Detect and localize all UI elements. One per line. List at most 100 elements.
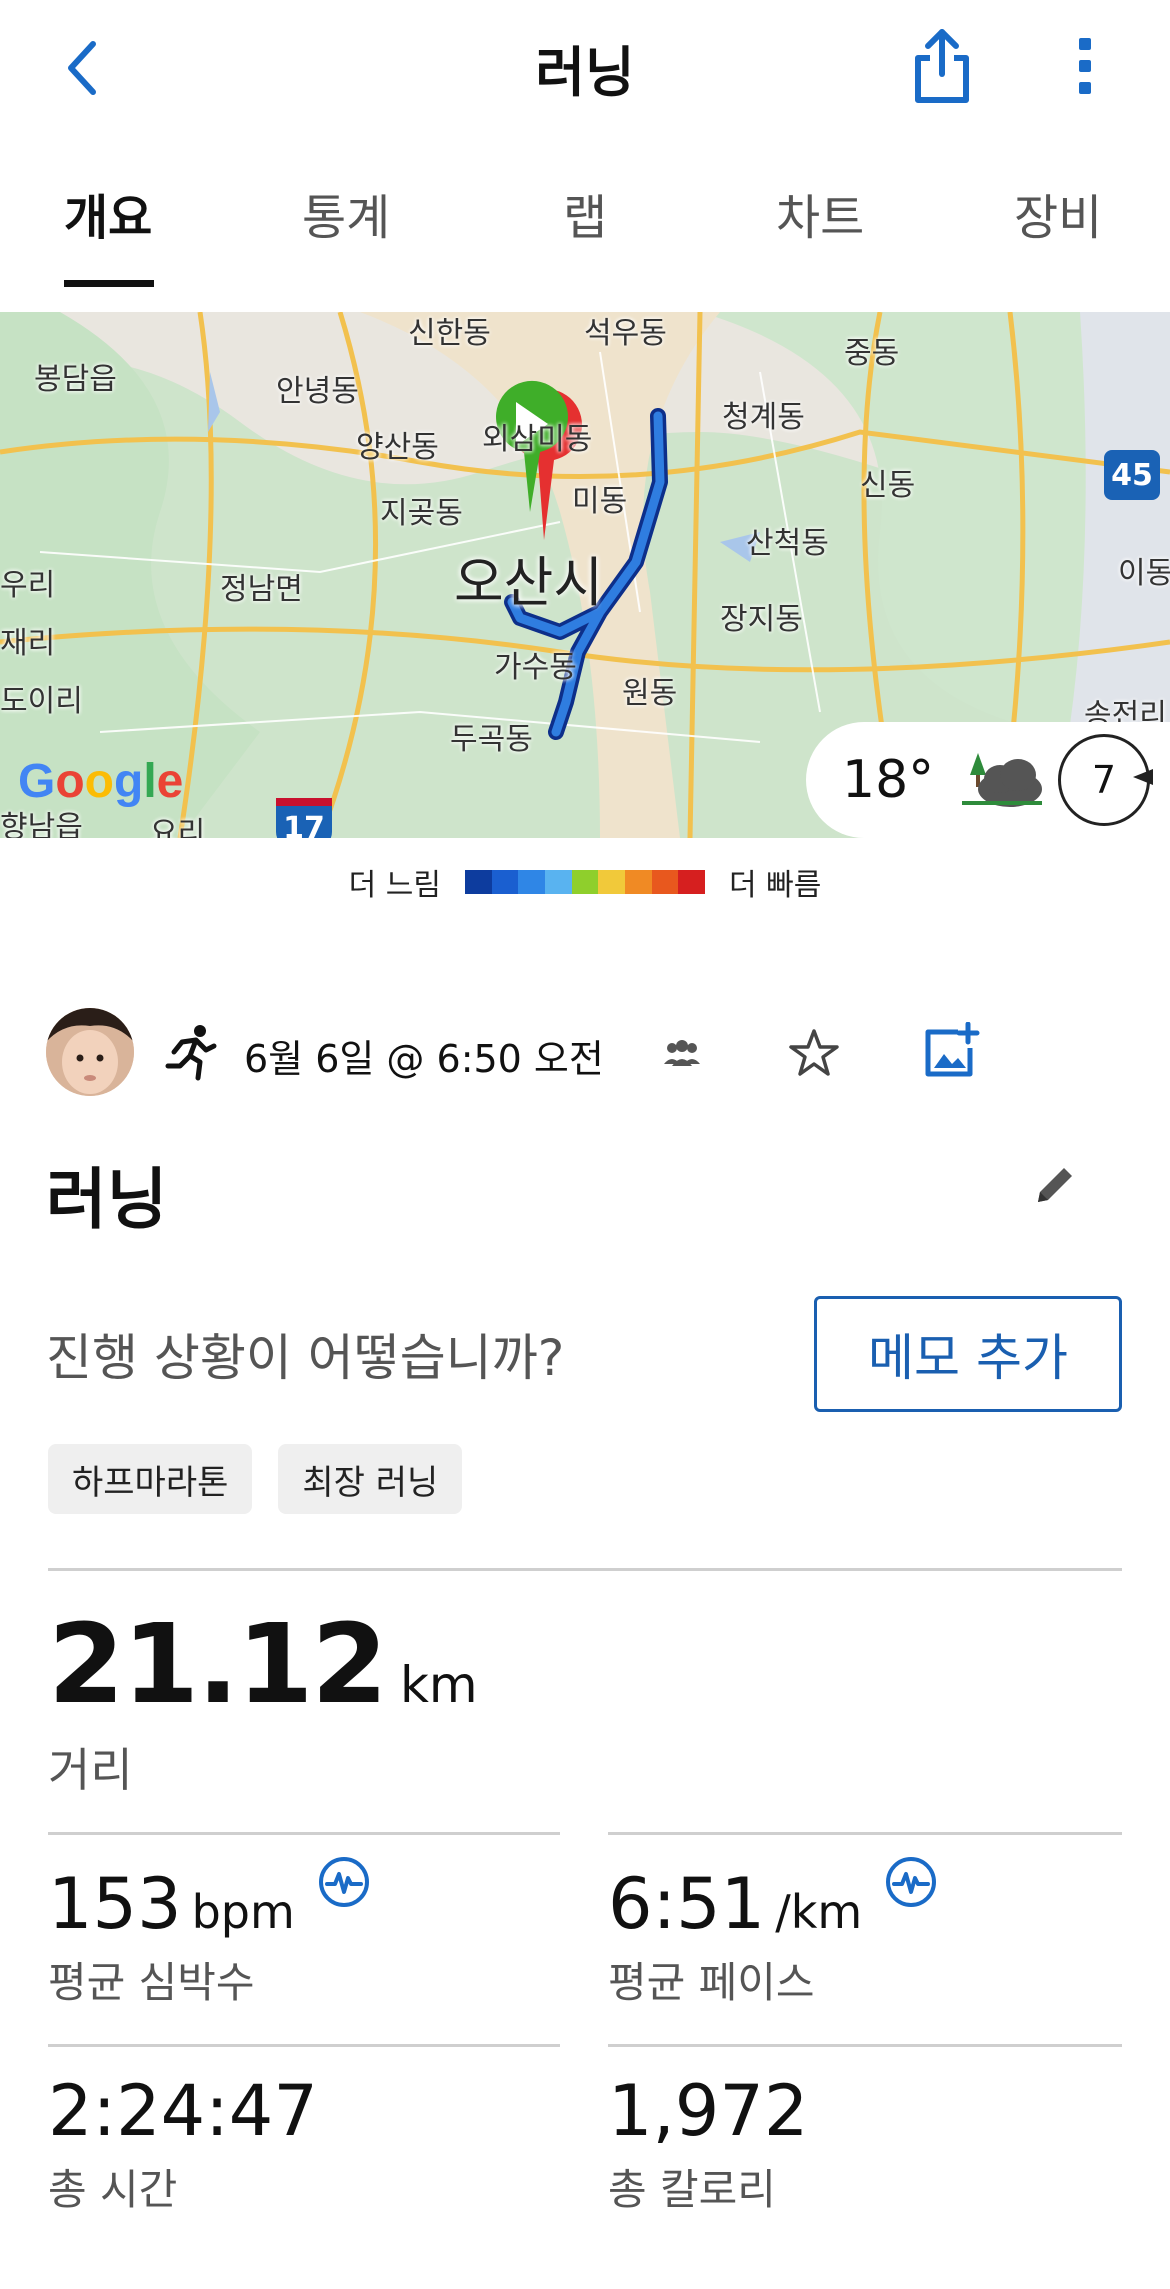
wind-direction-icon bbox=[1133, 769, 1153, 785]
weather-widget[interactable]: 18° 7 bbox=[806, 722, 1170, 838]
map-place-label: 가수동 bbox=[494, 650, 577, 685]
achievement-tags: 하프마라톤 최장 러닝 bbox=[48, 1444, 463, 1514]
calories-value: 1,972 bbox=[608, 2070, 809, 2152]
map-place-label: 도이리 bbox=[0, 684, 83, 719]
active-tab-indicator bbox=[64, 280, 154, 287]
avatar-image bbox=[46, 1008, 134, 1096]
route-map[interactable]: 신한동 석우동 중동 봉담읍 안녕동 양산동 외삼미동 청계동 지곶동 미동 신… bbox=[0, 312, 1170, 838]
activity-meta-row: 6월 6일 @ 6:50 오전 bbox=[46, 1008, 1126, 1104]
tab-bar: 개요 통계 랩 차트 장비 bbox=[0, 150, 1170, 290]
total-time-label: 총 시간 bbox=[48, 2165, 178, 2214]
map-place-label: 신한동 bbox=[408, 316, 491, 351]
progress-prompt: 진행 상황이 어떻습니까? bbox=[46, 1329, 565, 1387]
map-place-label: 원동 bbox=[622, 676, 678, 711]
map-place-label: 중동 bbox=[844, 336, 900, 371]
pace-color-segment bbox=[598, 870, 626, 894]
divider bbox=[48, 1832, 560, 1835]
group-icon[interactable] bbox=[658, 1034, 706, 1074]
pace-color-segment bbox=[491, 870, 519, 894]
divider bbox=[608, 2044, 1122, 2047]
tab-laps[interactable]: 랩 bbox=[563, 178, 607, 248]
more-dot bbox=[1079, 82, 1091, 94]
total-time-stat: 2:24:47 총 시간 bbox=[48, 2070, 318, 2217]
running-icon bbox=[165, 1025, 217, 1081]
pace-sensor-icon[interactable] bbox=[885, 1856, 937, 1908]
avg-pace-stat: 6:51/km 평균 페이스 bbox=[608, 1856, 937, 2010]
divider bbox=[608, 1832, 1122, 1835]
divider bbox=[48, 1568, 1122, 1571]
add-memo-button[interactable]: 메모 추가 bbox=[814, 1296, 1122, 1412]
map-place-label: 산척동 bbox=[746, 526, 829, 561]
pace-color-segment bbox=[625, 870, 652, 894]
divider bbox=[48, 2044, 560, 2047]
share-icon bbox=[915, 29, 969, 103]
star-icon[interactable] bbox=[786, 1026, 842, 1082]
legend-slow-label: 더 느림 bbox=[348, 868, 441, 903]
map-place-label: 장지동 bbox=[720, 602, 803, 637]
map-place-label: 청계동 bbox=[722, 400, 805, 435]
pace-value: 6:51 bbox=[608, 1863, 766, 1945]
share-button[interactable] bbox=[904, 24, 980, 108]
map-city-label: 오산시 bbox=[454, 551, 604, 614]
tab-gear[interactable]: 장비 bbox=[1014, 178, 1102, 248]
map-place-label: 우리 bbox=[0, 568, 56, 603]
tab-charts[interactable]: 차트 bbox=[776, 178, 864, 248]
map-place-label: 지곶동 bbox=[380, 496, 463, 531]
map-place-label: 양산동 bbox=[356, 430, 439, 465]
heart-rate-sensor-icon[interactable] bbox=[318, 1856, 370, 1908]
map-place-label: 봉담읍 bbox=[34, 362, 117, 397]
avg-heart-rate-stat: 153 bpm 평균 심박수 bbox=[48, 1856, 370, 2010]
tag-chip[interactable]: 하프마라톤 bbox=[48, 1444, 253, 1514]
route-shield-17: 17 bbox=[276, 798, 332, 838]
tab-stats[interactable]: 통계 bbox=[302, 178, 390, 248]
legend-fast-label: 더 빠름 bbox=[729, 868, 822, 903]
more-vertical-icon bbox=[1079, 38, 1091, 50]
pace-color-segment bbox=[465, 870, 492, 894]
pace-color-segment bbox=[545, 870, 572, 894]
wind-speed: 7 bbox=[1091, 758, 1117, 802]
calories-label: 총 칼로리 bbox=[608, 2165, 776, 2214]
pace-color-bar bbox=[465, 870, 706, 894]
map-place-label: 미동 bbox=[572, 484, 628, 519]
tab-overview[interactable]: 개요 bbox=[64, 178, 152, 248]
pace-color-segment bbox=[651, 870, 679, 894]
pace-legend: 더 느림 더 빠름 bbox=[0, 862, 1170, 903]
map-place-label: 정남면 bbox=[220, 572, 303, 607]
tag-chip[interactable]: 최장 러닝 bbox=[278, 1444, 463, 1514]
map-place-label: 석우동 bbox=[584, 316, 667, 351]
total-time-value: 2:24:47 bbox=[48, 2070, 318, 2152]
activity-datetime: 6월 6일 @ 6:50 오전 bbox=[244, 1037, 604, 1081]
map-place-label: 재리 bbox=[0, 626, 56, 661]
map-place-label: 외삼미동 bbox=[482, 422, 593, 457]
map-place-label: 두곡동 bbox=[450, 722, 533, 757]
more-options-button[interactable] bbox=[1060, 30, 1110, 102]
pace-unit: /km bbox=[775, 1885, 863, 1939]
page-title: 러닝 bbox=[535, 41, 635, 104]
pace-color-segment bbox=[678, 870, 706, 894]
avatar[interactable] bbox=[46, 1008, 134, 1096]
distance-stat: 21.12 km 거리 bbox=[48, 1600, 478, 1800]
distance-value: 21.12 bbox=[48, 1600, 388, 1728]
map-place-label: 신동 bbox=[860, 468, 916, 503]
top-bar: 러닝 bbox=[0, 0, 1170, 140]
pace-color-segment bbox=[571, 870, 599, 894]
edit-pencil-icon[interactable] bbox=[1030, 1160, 1080, 1210]
activity-title: 러닝 bbox=[46, 1161, 168, 1238]
google-logo: Google bbox=[18, 755, 184, 808]
route-shield-45: 45 bbox=[1104, 450, 1160, 500]
weather-temperature: 18° bbox=[842, 750, 935, 810]
map-place-label: 이동 bbox=[1118, 556, 1170, 591]
wind-compass: 7 bbox=[1058, 734, 1153, 826]
pace-label: 평균 페이스 bbox=[608, 1958, 815, 2007]
heart-rate-label: 평균 심박수 bbox=[48, 1958, 255, 2007]
add-photo-icon[interactable] bbox=[920, 1022, 980, 1082]
map-place-label: 안녕동 bbox=[276, 374, 359, 409]
distance-label: 거리 bbox=[48, 1743, 133, 1797]
heart-rate-value: 153 bbox=[48, 1863, 182, 1945]
cloud-tree-icon bbox=[962, 753, 1043, 807]
map-place-label: 요리 bbox=[150, 816, 206, 838]
distance-unit: km bbox=[399, 1656, 478, 1714]
total-calories-stat: 1,972 총 칼로리 bbox=[608, 2070, 808, 2217]
more-dot bbox=[1079, 60, 1091, 72]
heart-rate-unit: bpm bbox=[191, 1885, 295, 1939]
